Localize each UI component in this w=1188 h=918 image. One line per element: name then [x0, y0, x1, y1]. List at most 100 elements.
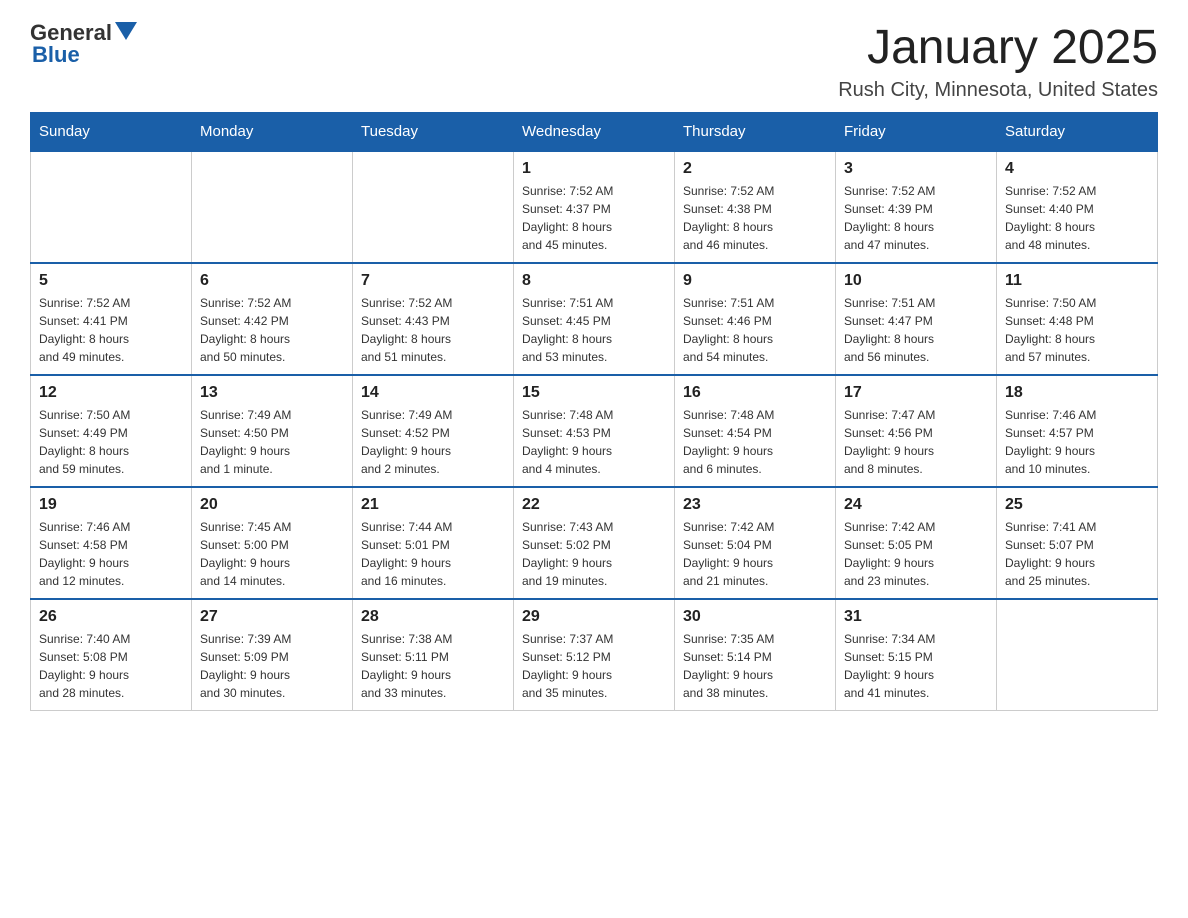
page-header: General Blue January 2025 Rush City, Min…: [30, 20, 1158, 102]
day-number: 13: [200, 384, 344, 402]
table-row: 20 Sunrise: 7:45 AM Sunset: 5:00 PM Dayli…: [192, 487, 353, 599]
day-info: Sunrise: 7:42 AM Sunset: 5:05 PM Dayligh…: [844, 518, 988, 590]
table-row: 6Sunrise: 7:52 AM Sunset: 4:42 PM Daylig…: [192, 263, 353, 375]
table-row: 1 Sunrise: 7:52 AM Sunset: 4:37 PM Daylig…: [514, 151, 675, 263]
table-row: 12Sunrise: 7:50 AM Sunset: 4:49 PM Dayli…: [31, 375, 192, 487]
table-row: 25 Sunrise: 7:41 AM Sunset: 5:07 PM Dayli…: [997, 487, 1158, 599]
day-number: 25: [1005, 496, 1149, 514]
day-number: 30: [683, 608, 827, 626]
table-row: 28 Sunrise: 7:38 AM Sunset: 5:11 PM Dayli…: [353, 599, 514, 711]
day-number: 16: [683, 384, 827, 402]
table-row: 23 Sunrise: 7:42 AM Sunset: 5:04 PM Dayli…: [675, 487, 836, 599]
header-wednesday: Wednesday: [514, 113, 675, 152]
day-info: Sunrise: 7:40 AM Sunset: 5:08 PM Dayligh…: [39, 630, 183, 702]
table-row: 7 Sunrise: 7:52 AM Sunset: 4:43 PM Daylig…: [353, 263, 514, 375]
calendar-table: Sunday Monday Tuesday Wednesday Thursday…: [30, 112, 1158, 711]
day-number: 15: [522, 384, 666, 402]
calendar-week-row: 26 Sunrise: 7:40 AM Sunset: 5:08 PM Dayli…: [31, 599, 1158, 711]
day-info: Sunrise: 7:49 AM Sunset: 4:50 PM Dayligh…: [200, 406, 344, 478]
table-row: 22 Sunrise: 7:43 AM Sunset: 5:02 PM Dayli…: [514, 487, 675, 599]
table-row: 9 Sunrise: 7:51 AM Sunset: 4:46 PM Daylig…: [675, 263, 836, 375]
table-row: [353, 151, 514, 263]
table-row: 31 Sunrise: 7:34 AM Sunset: 5:15 PM Dayli…: [836, 599, 997, 711]
day-info: Sunrise: 7:41 AM Sunset: 5:07 PM Dayligh…: [1005, 518, 1149, 590]
header-monday: Monday: [192, 113, 353, 152]
day-number: 26: [39, 608, 183, 626]
table-row: 24 Sunrise: 7:42 AM Sunset: 5:05 PM Dayli…: [836, 487, 997, 599]
day-number: 29: [522, 608, 666, 626]
day-number: 1: [522, 160, 666, 178]
day-info: Sunrise: 7:42 AM Sunset: 5:04 PM Dayligh…: [683, 518, 827, 590]
day-number: 4: [1005, 160, 1149, 178]
day-info: Sunrise: 7:51 AM Sunset: 4:46 PM Dayligh…: [683, 294, 827, 366]
table-row: 27Sunrise: 7:39 AM Sunset: 5:09 PM Dayli…: [192, 599, 353, 711]
day-number: 11: [1005, 272, 1149, 290]
day-info: Sunrise: 7:39 AM Sunset: 5:09 PM Dayligh…: [200, 630, 344, 702]
table-row: 15 Sunrise: 7:48 AM Sunset: 4:53 PM Dayli…: [514, 375, 675, 487]
day-number: 5: [39, 272, 183, 290]
day-number: 20: [200, 496, 344, 514]
day-number: 18: [1005, 384, 1149, 402]
day-info: Sunrise: 7:51 AM Sunset: 4:47 PM Dayligh…: [844, 294, 988, 366]
logo-text-blue: Blue: [32, 42, 80, 68]
day-info: Sunrise: 7:48 AM Sunset: 4:54 PM Dayligh…: [683, 406, 827, 478]
day-info: Sunrise: 7:35 AM Sunset: 5:14 PM Dayligh…: [683, 630, 827, 702]
calendar-title: January 2025: [838, 20, 1158, 75]
day-info: Sunrise: 7:49 AM Sunset: 4:52 PM Dayligh…: [361, 406, 505, 478]
header-thursday: Thursday: [675, 113, 836, 152]
day-info: Sunrise: 7:52 AM Sunset: 4:42 PM Dayligh…: [200, 294, 344, 366]
day-number: 28: [361, 608, 505, 626]
day-info: Sunrise: 7:47 AM Sunset: 4:56 PM Dayligh…: [844, 406, 988, 478]
day-info: Sunrise: 7:48 AM Sunset: 4:53 PM Dayligh…: [522, 406, 666, 478]
day-info: Sunrise: 7:38 AM Sunset: 5:11 PM Dayligh…: [361, 630, 505, 702]
day-number: 31: [844, 608, 988, 626]
day-number: 3: [844, 160, 988, 178]
day-number: 17: [844, 384, 988, 402]
table-row: 18Sunrise: 7:46 AM Sunset: 4:57 PM Dayli…: [997, 375, 1158, 487]
day-info: Sunrise: 7:34 AM Sunset: 5:15 PM Dayligh…: [844, 630, 988, 702]
table-row: [31, 151, 192, 263]
day-info: Sunrise: 7:52 AM Sunset: 4:39 PM Dayligh…: [844, 182, 988, 254]
day-info: Sunrise: 7:37 AM Sunset: 5:12 PM Dayligh…: [522, 630, 666, 702]
day-number: 2: [683, 160, 827, 178]
table-row: 19 Sunrise: 7:46 AM Sunset: 4:58 PM Dayli…: [31, 487, 192, 599]
day-info: Sunrise: 7:51 AM Sunset: 4:45 PM Dayligh…: [522, 294, 666, 366]
logo-arrow-icon: [115, 22, 137, 44]
day-info: Sunrise: 7:46 AM Sunset: 4:58 PM Dayligh…: [39, 518, 183, 590]
day-info: Sunrise: 7:50 AM Sunset: 4:48 PM Dayligh…: [1005, 294, 1149, 366]
table-row: 10 Sunrise: 7:51 AM Sunset: 4:47 PM Dayli…: [836, 263, 997, 375]
day-number: 10: [844, 272, 988, 290]
day-info: Sunrise: 7:52 AM Sunset: 4:41 PM Dayligh…: [39, 294, 183, 366]
table-row: [997, 599, 1158, 711]
table-row: 11 Sunrise: 7:50 AM Sunset: 4:48 PM Dayli…: [997, 263, 1158, 375]
table-row: 5 Sunrise: 7:52 AM Sunset: 4:41 PM Daylig…: [31, 263, 192, 375]
day-info: Sunrise: 7:43 AM Sunset: 5:02 PM Dayligh…: [522, 518, 666, 590]
day-number: 21: [361, 496, 505, 514]
day-info: Sunrise: 7:52 AM Sunset: 4:38 PM Dayligh…: [683, 182, 827, 254]
header-sunday: Sunday: [31, 113, 192, 152]
day-number: 9: [683, 272, 827, 290]
day-info: Sunrise: 7:52 AM Sunset: 4:43 PM Dayligh…: [361, 294, 505, 366]
day-info: Sunrise: 7:45 AM Sunset: 5:00 PM Dayligh…: [200, 518, 344, 590]
day-number: 14: [361, 384, 505, 402]
day-number: 22: [522, 496, 666, 514]
day-number: 19: [39, 496, 183, 514]
table-row: [192, 151, 353, 263]
calendar-subtitle: Rush City, Minnesota, United States: [838, 79, 1158, 102]
day-number: 7: [361, 272, 505, 290]
day-number: 23: [683, 496, 827, 514]
header-saturday: Saturday: [997, 113, 1158, 152]
day-info: Sunrise: 7:52 AM Sunset: 4:37 PM Dayligh…: [522, 182, 666, 254]
days-header-row: Sunday Monday Tuesday Wednesday Thursday…: [31, 113, 1158, 152]
table-row: 4 Sunrise: 7:52 AM Sunset: 4:40 PM Daylig…: [997, 151, 1158, 263]
logo: General Blue: [30, 20, 137, 68]
table-row: 17 Sunrise: 7:47 AM Sunset: 4:56 PM Dayli…: [836, 375, 997, 487]
table-row: 26 Sunrise: 7:40 AM Sunset: 5:08 PM Dayli…: [31, 599, 192, 711]
day-info: Sunrise: 7:50 AM Sunset: 4:49 PM Dayligh…: [39, 406, 183, 478]
day-number: 24: [844, 496, 988, 514]
day-info: Sunrise: 7:52 AM Sunset: 4:40 PM Dayligh…: [1005, 182, 1149, 254]
title-section: January 2025 Rush City, Minnesota, Unite…: [838, 20, 1158, 102]
calendar-week-row: 5 Sunrise: 7:52 AM Sunset: 4:41 PM Daylig…: [31, 263, 1158, 375]
calendar-week-row: 1 Sunrise: 7:52 AM Sunset: 4:37 PM Daylig…: [31, 151, 1158, 263]
table-row: 30 Sunrise: 7:35 AM Sunset: 5:14 PM Dayli…: [675, 599, 836, 711]
